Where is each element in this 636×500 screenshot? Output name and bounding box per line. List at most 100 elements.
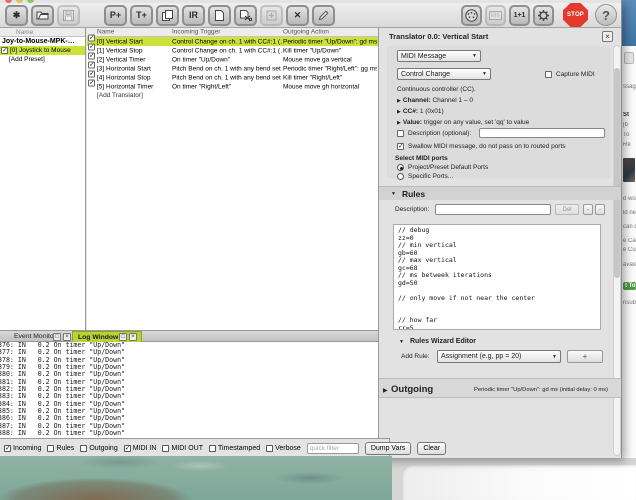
add-translator-row[interactable]: [Add Translator] [87, 91, 378, 100]
merge-button[interactable] [260, 5, 283, 26]
preset-row[interactable]: ✓ [0] Joystick to Mouse [0, 46, 85, 55]
midi-keyboard-button[interactable] [485, 5, 506, 26]
open-project-button[interactable] [31, 5, 54, 26]
rules-description-label: Description: [395, 206, 429, 213]
toolbar: ✱ P+ T+ IR ✕ [0, 3, 622, 28]
aliases-button[interactable]: 1+1 [509, 5, 530, 26]
checkbox-icon[interactable] [47, 445, 54, 452]
help-button[interactable]: ? [595, 4, 617, 26]
translator-row[interactable]: ✓[5] Horizontal TimerOn timer "Right/Lef… [87, 82, 378, 91]
editor-title-bar: Translator 0.0: Vertical Start × [379, 28, 622, 44]
translator-row[interactable]: ✓[3] Horizontal StartPitch Bend on ch. 1… [87, 64, 378, 73]
rules-section-header[interactable]: ▼ Rules [379, 186, 622, 200]
translator-enabled-checkbox[interactable]: ✓ [88, 80, 95, 87]
rules-section: Description: Del - - // debug zz=0 // mi… [387, 200, 611, 372]
capture-midi-label: Capture MIDI [556, 71, 595, 78]
port-option-radio[interactable] [397, 173, 404, 180]
clear-button[interactable]: Clear [417, 442, 446, 455]
log-filter-bar: ✓Incoming Rules Outgoing ✓MIDI IN MIDI OUT Ti… [0, 438, 390, 457]
paste-button[interactable] [208, 5, 231, 26]
event-monitor-minimize-button[interactable]: □ [53, 333, 61, 341]
outgoing-section-header[interactable]: ▶ Outgoing Periodic timer "Up/Down": gd … [379, 378, 622, 398]
add-preset-row[interactable]: [Add Preset] [0, 55, 85, 64]
project-row[interactable]: Joy-to-Mouse-MPK-… [0, 37, 85, 46]
browser-header-fragment [621, 0, 636, 46]
filter-checkbox-timestamped[interactable]: Timestamped [209, 445, 260, 452]
save-project-button[interactable] [57, 5, 80, 26]
translator-list-header: Name Incoming Trigger Outgoing Action [87, 28, 378, 37]
translator-row[interactable]: ✓[4] Horizontal StopPitch Bend on ch. 1 … [87, 73, 378, 82]
checkbox-icon[interactable] [162, 445, 169, 452]
copy-button[interactable] [156, 5, 179, 26]
move-rule-up-button[interactable]: - [583, 204, 593, 215]
add-preset-button[interactable]: P+ [104, 5, 127, 26]
translator-row[interactable]: ✓[2] Vertical TimerOn timer "Up/Down"Mou… [87, 55, 378, 64]
filter-checkbox-midi-in[interactable]: ✓MIDI IN [124, 445, 157, 452]
event-monitor-close-button[interactable]: × [63, 333, 71, 341]
preset-enabled-checkbox[interactable]: ✓ [1, 47, 8, 54]
incoming-field-channel[interactable]: ▶Channel: Channel 1 – 0 [397, 97, 473, 104]
filter-checkbox-incoming[interactable]: ✓Incoming [4, 445, 41, 452]
add-rule-plus-button[interactable]: + [567, 350, 603, 363]
log-window-close-button[interactable]: × [129, 333, 137, 341]
description-label: Description (optional): [408, 130, 471, 137]
checkbox-icon[interactable] [266, 445, 273, 452]
edit-button[interactable] [312, 5, 335, 26]
add-rule-row: Add Rule: Assignment (e.g, pp = 20)▼ + [401, 350, 611, 364]
translator-enabled-checkbox[interactable]: ✓ [88, 62, 95, 69]
rules-description-input[interactable] [435, 204, 551, 215]
settings-button[interactable] [533, 5, 554, 26]
log-window-minimize-button[interactable]: □ [119, 333, 127, 341]
checkbox-icon[interactable] [209, 445, 216, 452]
floppy-icon [63, 10, 74, 21]
translator-enabled-checkbox[interactable]: ✓ [88, 71, 95, 78]
incoming-type-dropdown[interactable]: MIDI Message▼ [397, 50, 481, 62]
delete-rule-button[interactable]: Del [555, 204, 579, 215]
triangle-right-icon: ▶ [397, 120, 401, 126]
ir-button[interactable]: IR [182, 5, 205, 26]
port-option-radio[interactable] [397, 164, 404, 171]
chevron-down-icon: ▼ [552, 354, 557, 360]
editor-scrollbar-thumb[interactable] [614, 68, 620, 278]
translator-row[interactable]: ✓[0] Vertical StartControl Change on ch.… [87, 37, 378, 46]
checkbox-icon[interactable]: ✓ [124, 445, 131, 452]
add-translator-button[interactable]: T+ [130, 5, 153, 26]
translator-enabled-checkbox[interactable]: ✓ [88, 44, 95, 51]
midi-ports-button[interactable] [461, 5, 482, 26]
translator-row[interactable]: ✓[1] Vertical StopControl Change on ch. … [87, 46, 378, 55]
midi-subtype-dropdown[interactable]: Control Change▼ [397, 68, 491, 80]
chevron-down-icon: ▼ [482, 71, 487, 77]
translator-enabled-checkbox[interactable]: ✓ [88, 35, 95, 42]
background-text-fragment: [b [623, 122, 636, 128]
port-option-label: Project/Preset Default Ports [408, 164, 488, 171]
incoming-field-value[interactable]: ▶Value: trigger on any value, set 'qq' t… [397, 119, 529, 126]
stop-button[interactable]: STOP [563, 3, 588, 27]
translator-enabled-checkbox[interactable]: ✓ [88, 53, 95, 60]
delete-button[interactable]: ✕ [286, 5, 309, 26]
checkbox-icon[interactable]: ✓ [4, 445, 11, 452]
filter-checkbox-verbose[interactable]: Verbose [266, 445, 301, 452]
event-monitor-tab[interactable]: Event Monitor [14, 333, 56, 340]
document-icon [215, 10, 224, 21]
filter-checkbox-rules[interactable]: Rules [47, 445, 74, 452]
background-text-fragment: ld ne [623, 210, 636, 216]
background-text-fragment: To [623, 132, 636, 138]
move-rule-down-button[interactable]: - [595, 204, 605, 215]
new-project-button[interactable]: ✱ [5, 5, 28, 26]
filter-checkbox-midi-out[interactable]: MIDI OUT [162, 445, 203, 452]
cut-button[interactable] [234, 5, 257, 26]
filter-checkbox-outgoing[interactable]: Outgoing [80, 445, 117, 452]
capture-midi-checkbox[interactable] [545, 71, 552, 78]
description-checkbox[interactable] [397, 130, 404, 137]
rules-code-editor[interactable]: // debug zz=0 // min vertical gb=60 // m… [393, 224, 601, 330]
quick-filter-input[interactable] [307, 443, 359, 454]
add-rule-dropdown[interactable]: Assignment (e.g, pp = 20)▼ [437, 350, 561, 363]
editor-close-button[interactable]: × [602, 31, 613, 42]
incoming-field-cc[interactable]: ▶CC#: 1 (0x01) [397, 108, 444, 115]
swallow-checkbox[interactable]: ✓ [397, 143, 404, 150]
dump-vars-button[interactable]: Dump Vars [365, 442, 412, 455]
checkbox-icon[interactable] [80, 445, 87, 452]
rules-wizard-header[interactable]: ▼ Rules Wizard Editor [399, 338, 476, 345]
description-input[interactable] [479, 128, 605, 138]
ports-header: Select MIDI ports [395, 155, 448, 162]
